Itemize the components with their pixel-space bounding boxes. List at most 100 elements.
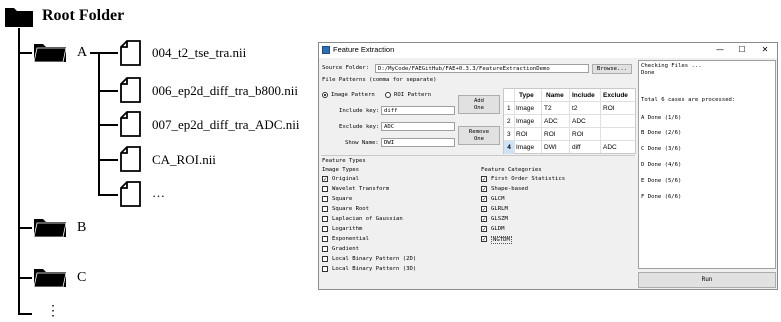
image-types-list: ✓ Original Wavelet Transform Square Squa… — [322, 176, 472, 276]
minimize-button[interactable]: — — [711, 44, 729, 56]
file-label: CA_ROI.nii — [152, 152, 216, 167]
table-cell[interactable]: T2 — [544, 105, 552, 112]
row-number-selected[interactable]: 4 — [504, 141, 514, 154]
folder-b-label: B — [77, 220, 87, 235]
ngtdm-checkbox[interactable]: ✓ — [481, 236, 487, 243]
log-output[interactable]: Checking Files ... Done Total 6 cases ar… — [638, 60, 776, 269]
show-name-input[interactable]: DWI — [381, 138, 455, 147]
log-line: F Done (6/6) — [641, 194, 682, 200]
table-cell[interactable]: diff — [572, 144, 581, 151]
file-icon — [120, 146, 141, 172]
first-order-checkbox[interactable]: ✓ — [481, 176, 487, 183]
file-label: 006_ep2d_diff_tra_b800.nii — [152, 83, 298, 98]
source-folder-input[interactable]: D:/MyCode/FAEGitHub/FAE+0.3.3/FeatureExt… — [375, 64, 589, 73]
table-gridline — [504, 114, 635, 115]
table-cell[interactable]: ADC — [544, 118, 558, 125]
table-cell[interactable]: ROI — [544, 131, 556, 138]
maximize-button[interactable]: ☐ — [733, 44, 751, 56]
image-types-label: Image Types — [322, 167, 360, 173]
column-header-type[interactable]: Type — [519, 92, 534, 99]
include-key-input[interactable]: diff — [381, 106, 455, 115]
log-line: Done — [641, 70, 655, 76]
checkbox-label: Square Root — [332, 206, 370, 212]
wavelet-checkbox[interactable] — [322, 186, 328, 192]
log-line: A Done (1/6) — [641, 115, 682, 121]
folder-tree: Root Folder A 004_t2_tse_tra.nii 006_ep2… — [0, 0, 310, 322]
exclude-key-input[interactable]: ADC — [381, 122, 455, 131]
browse-button[interactable]: Browse... — [592, 64, 632, 74]
log-checkbox[interactable] — [322, 216, 328, 222]
folder-more-label: ⋮ — [46, 304, 60, 319]
root-folder-label: Root Folder — [42, 7, 125, 24]
column-header-name[interactable]: Name — [546, 92, 564, 99]
file-icon — [120, 181, 141, 207]
checkbox-label: Gradient — [332, 246, 359, 252]
checkbox-label: Local Binary Pattern (3D) — [332, 266, 417, 272]
gradient-checkbox[interactable] — [322, 246, 328, 252]
remove-one-button[interactable]: Remove One — [458, 126, 500, 145]
close-button[interactable]: ✕ — [756, 44, 774, 56]
window-title: Feature Extraction — [333, 45, 395, 54]
table-gridline — [541, 89, 542, 153]
file-branch — [98, 52, 118, 54]
log-line: Total 6 cases are processed: — [641, 97, 736, 103]
checkbox-label: Original — [332, 176, 359, 182]
table-cell[interactable]: Image — [516, 118, 534, 125]
section-divider — [321, 155, 635, 156]
run-button[interactable]: Run — [638, 272, 776, 288]
checkbox-label: GLCM — [491, 196, 505, 202]
folder-a-label: A — [77, 45, 88, 60]
table-cell[interactable]: ROI — [603, 105, 615, 112]
file-icon — [120, 77, 141, 103]
checkbox-label: Square — [332, 196, 353, 202]
lbp2d-checkbox[interactable] — [322, 256, 328, 262]
include-key-label: Include key: — [339, 108, 380, 114]
shape-checkbox[interactable]: ✓ — [481, 186, 487, 193]
table-cell[interactable]: Image — [516, 105, 534, 112]
logarithm-checkbox[interactable] — [322, 226, 328, 232]
glrlm-checkbox[interactable]: ✓ — [481, 206, 487, 213]
checkbox-label: Wavelet Transform — [332, 186, 390, 192]
root-folder-icon — [5, 8, 33, 27]
roi-pattern-radio[interactable] — [385, 92, 391, 98]
table-gridline — [504, 101, 635, 102]
square-checkbox[interactable] — [322, 196, 328, 202]
tree-branch-b — [18, 227, 32, 229]
table-cell[interactable]: DWI — [544, 144, 557, 151]
table-gridline — [569, 89, 570, 153]
checkbox-label: Shape-based — [491, 186, 529, 192]
table-cell[interactable]: Image — [516, 144, 534, 151]
table-cell[interactable]: ADC — [572, 118, 586, 125]
table-cell[interactable]: ADC — [603, 144, 617, 151]
checkbox-label: Exponential — [332, 236, 370, 242]
table-gridline — [504, 140, 635, 141]
checkbox-label: GLDM — [491, 226, 505, 232]
folder-icon — [33, 269, 67, 288]
table-cell[interactable]: ROI — [516, 131, 528, 138]
original-checkbox[interactable]: ✓ — [322, 176, 328, 183]
lbp3d-checkbox[interactable] — [322, 266, 328, 272]
row-number[interactable]: 1 — [507, 105, 511, 112]
image-pattern-radio[interactable] — [322, 92, 328, 98]
exponential-checkbox[interactable] — [322, 236, 328, 242]
square-root-checkbox[interactable] — [322, 206, 328, 212]
feature-extraction-window: Feature Extraction — ☐ ✕ Source Folder: … — [318, 42, 778, 290]
title-bar[interactable]: Feature Extraction — ☐ ✕ — [319, 43, 777, 58]
table-cell[interactable]: ROI — [572, 131, 584, 138]
file-label: 007_ep2d_diff_tra_ADC.nii — [152, 117, 300, 132]
feature-types-label: Feature Types — [322, 158, 366, 164]
gldm-checkbox[interactable]: ✓ — [481, 226, 487, 233]
app-icon — [322, 46, 330, 54]
row-number[interactable]: 2 — [507, 118, 511, 125]
add-one-button[interactable]: Add One — [458, 95, 500, 114]
column-header-exclude[interactable]: Exclude — [603, 92, 628, 99]
table-cell[interactable]: t2 — [572, 105, 577, 112]
row-number[interactable]: 3 — [507, 131, 511, 138]
log-line: C Done (3/6) — [641, 146, 682, 152]
pattern-table[interactable]: Type Name Include Exclude 1 Image T2 t2 … — [503, 88, 636, 154]
glszm-checkbox[interactable]: ✓ — [481, 216, 487, 223]
column-header-include[interactable]: Include — [572, 92, 595, 99]
glcm-checkbox[interactable]: ✓ — [481, 196, 487, 203]
add-one-label-line2: One — [473, 105, 485, 111]
remove-one-label-line1: Remove — [468, 129, 490, 135]
